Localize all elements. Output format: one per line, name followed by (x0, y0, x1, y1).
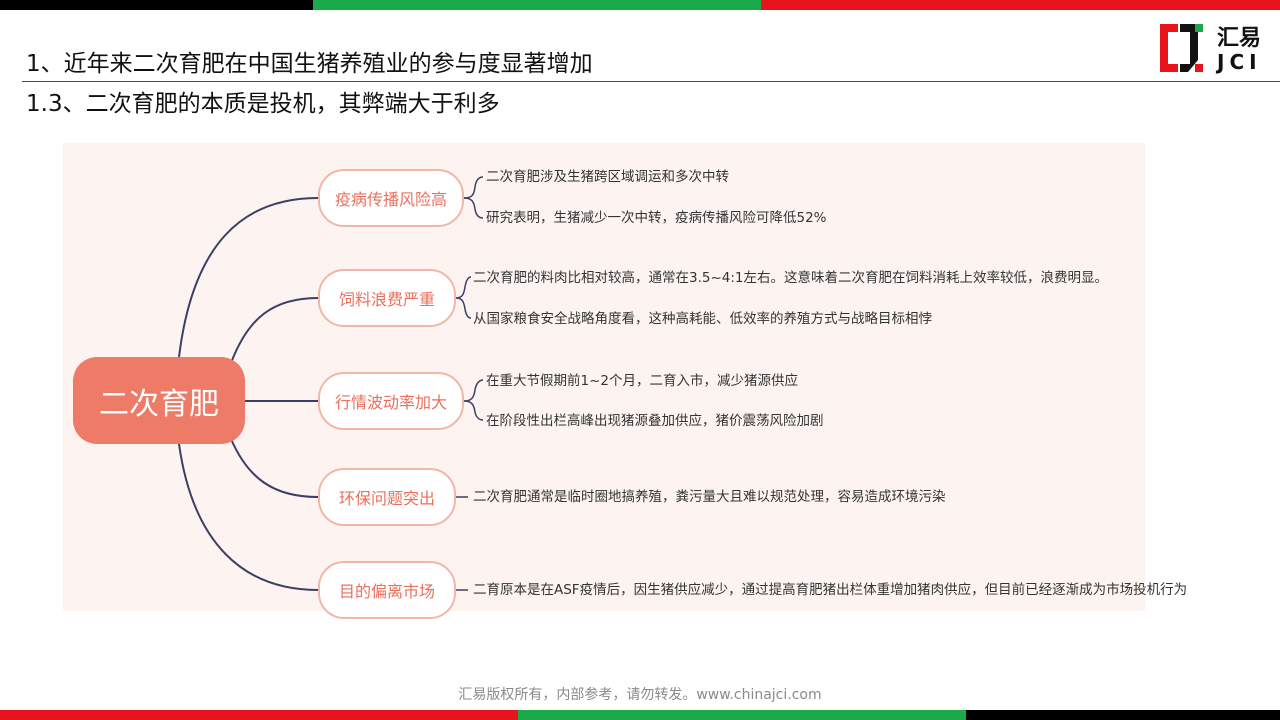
branch-node-market-deviation: 目的偏离市场 (318, 561, 456, 619)
title-divider (22, 81, 1280, 82)
connector-leaf-3b (463, 400, 484, 421)
branch-node-market-volatility: 行情波动率加大 (318, 372, 464, 430)
connector-branch-1 (178, 197, 319, 358)
top-accent-bar-black (0, 0, 313, 10)
top-accent-bar-red (761, 0, 1280, 10)
bottom-accent-bar-black (966, 710, 1280, 720)
logo-name-cn: 汇易 (1217, 26, 1262, 51)
connector-branch-5 (178, 443, 319, 591)
branch-node-environment: 环保问题突出 (318, 468, 456, 526)
connector-leaf-3a (463, 379, 484, 402)
connector-leaf-2a (455, 276, 472, 299)
root-node: 二次育肥 (73, 357, 245, 444)
branch-node-feed-waste: 饲料浪费严重 (318, 269, 456, 327)
connector-leaf-2b (455, 297, 472, 319)
top-accent-bar-green (313, 0, 761, 10)
section-title: 1、近年来二次育肥在中国生猪养殖业的参与度显著增加 (26, 51, 593, 77)
connector-branch-2 (230, 297, 319, 364)
bottom-accent-bar-red (0, 710, 518, 720)
branch-node-disease-risk: 疫病传播风险高 (318, 169, 464, 227)
subsection-title: 1.3、二次育肥的本质是投机，其弊端大于利多 (26, 91, 500, 117)
leaf-environment-1: 二次育肥通常是临时圈地搞养殖，粪污量大且难以规范处理，容易造成环境污染 (473, 489, 946, 505)
leaf-deviation-1: 二育原本是在ASF疫情后，因生猪供应减少，通过提高育肥猪出栏体重增加猪肉供应，但… (473, 582, 1188, 598)
mindmap-panel: 二次育肥 疫病传播风险高 饲料浪费严重 行情波动率加大 环保问题突出 目的偏离市… (63, 143, 1187, 619)
bottom-accent-bar-green (518, 710, 966, 720)
leaf-volatility-2: 在阶段性出栏高峰出现猪源叠加供应，猪价震荡风险加剧 (486, 413, 824, 429)
leaf-feed-1: 二次育肥的料肉比相对较高，通常在3.5~4:1左右。这意味着二次育肥在饲料消耗上… (473, 270, 1109, 286)
footer-copyright: 汇易版权所有，内部参考，请勿转发。www.chinajci.com (458, 687, 822, 703)
connector-branch-4 (230, 438, 319, 498)
leaf-feed-2: 从国家粮食安全战略角度看，这种高耗能、低效率的养殖方式与战略目标相悖 (473, 311, 932, 327)
leaf-disease-1: 二次育肥涉及生猪跨区域调运和多次中转 (486, 169, 729, 185)
logo-name-en: JCI (1217, 50, 1262, 74)
leaf-disease-2: 研究表明，生猪减少一次中转，疫病传播风险可降低52% (486, 210, 827, 226)
connector-leaf-1a (463, 176, 484, 199)
leaf-volatility-1: 在重大节假期前1~2个月，二育入市，减少猪源供应 (486, 373, 798, 389)
connector-leaf-1b (463, 197, 484, 219)
